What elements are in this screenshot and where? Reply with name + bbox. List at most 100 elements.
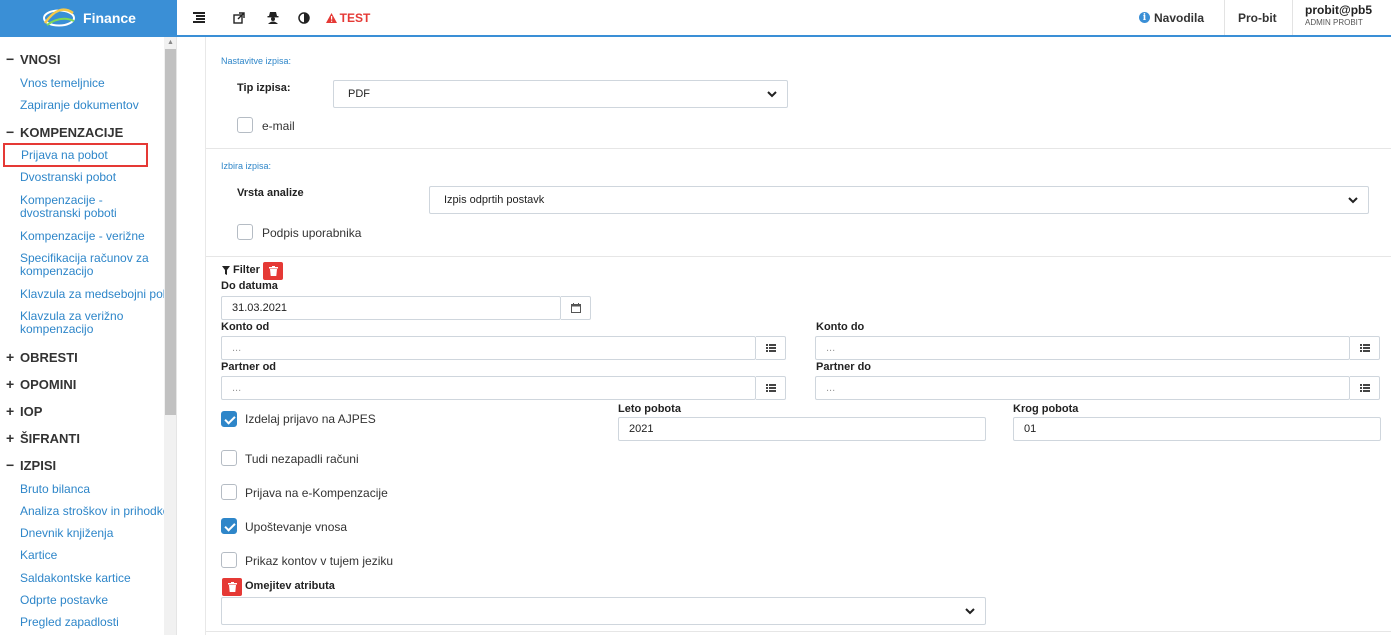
sidebar-item-analiza-stroskov[interactable]: Analiza stroškov in prihodkov	[20, 505, 166, 518]
user-name: probit@pb5	[1305, 3, 1373, 17]
sidebar-item-dvostranski-pobot[interactable]: Dvostranski pobot	[20, 171, 166, 184]
sidebar-item-vnos-temeljnice[interactable]: Vnos temeljnice	[20, 77, 166, 90]
tip-izpisa-label: Tip izpisa:	[237, 82, 291, 94]
company-link[interactable]: Pro-bit	[1238, 0, 1277, 35]
plus-icon: +	[6, 403, 15, 419]
info-icon: i	[1139, 12, 1150, 23]
podpis-label: Podpis uporabnika	[262, 226, 362, 240]
vrsta-analize-label: Vrsta analize	[237, 187, 304, 199]
section-divider	[206, 631, 1391, 632]
list-icon	[1359, 384, 1370, 392]
tip-izpisa-value: PDF	[348, 88, 370, 100]
top-bar: Finance TEST i Navodila Pro-bit probit@p…	[0, 0, 1391, 37]
sidebar-item-dnevnik-knjizenja[interactable]: Dnevnik knjiženja	[20, 527, 166, 540]
partner-od-list-button[interactable]	[756, 376, 786, 400]
krog-pobota-input[interactable]: 01	[1013, 417, 1381, 441]
konto-do-input[interactable]: ...	[815, 336, 1350, 360]
sidebar-section-obresti[interactable]: + OBRESTI	[6, 349, 78, 365]
atribut-select[interactable]	[221, 597, 986, 625]
list-icon	[1359, 344, 1370, 352]
user-secret-icon[interactable]	[262, 0, 284, 35]
upostevanje-label: Upoštevanje vnosa	[245, 520, 348, 534]
report-form: Nastavitve izpisa: Tip izpisa: PDF e-mai…	[205, 37, 1391, 635]
settings-section-title: Nastavitve izpisa:	[221, 56, 292, 66]
leto-pobota-input[interactable]: 2021	[618, 417, 986, 441]
user-role: ADMIN PROBIT	[1305, 18, 1363, 27]
sidebar-section-opomini[interactable]: + OPOMINI	[6, 376, 76, 392]
konto-od-label: Konto od	[221, 321, 270, 333]
partner-do-list-button[interactable]	[1350, 376, 1380, 400]
nezapadli-label: Tudi nezapadli računi	[245, 452, 359, 466]
sidebar-item-klavzula-verizno[interactable]: Klavzula za verižno kompenzacijo	[20, 310, 166, 336]
konto-od-input[interactable]: ...	[221, 336, 756, 360]
sidebar-item-kartice[interactable]: Kartice	[20, 549, 166, 562]
divider	[1292, 0, 1293, 35]
email-label: e-mail	[262, 119, 295, 133]
tuji-jezik-label: Prikaz kontov v tujem jeziku	[245, 554, 394, 568]
brand-name: Finance	[83, 9, 136, 26]
sidebar-item-klavzula-medsebojni[interactable]: Klavzula za medsebojni pobot	[20, 288, 166, 301]
sidebar-section-sifranti[interactable]: + ŠIFRANTI	[6, 430, 80, 446]
user-menu[interactable]: probit@pb5 ADMIN PROBIT	[1305, 4, 1372, 27]
konto-do-list-button[interactable]	[1350, 336, 1380, 360]
list-icon	[765, 384, 776, 392]
chevron-down-icon	[1348, 197, 1358, 204]
external-link-icon[interactable]	[228, 0, 250, 35]
upostevanje-checkbox[interactable]	[221, 518, 237, 534]
konto-od-list-button[interactable]	[756, 336, 786, 360]
calendar-button[interactable]	[561, 296, 591, 320]
ekompenzacije-checkbox[interactable]	[221, 484, 237, 500]
sidebar-section-kompenzacije[interactable]: − KOMPENZACIJE	[6, 124, 123, 140]
ajpes-checkbox[interactable]	[221, 411, 237, 427]
clear-atribut-button[interactable]	[222, 578, 242, 596]
test-environment-badge[interactable]: TEST	[322, 0, 374, 35]
plus-icon: +	[6, 376, 15, 392]
sidebar-item-zapiranje-dokumentov[interactable]: Zapiranje dokumentov	[20, 99, 166, 112]
menu-toggle-icon[interactable]	[186, 0, 212, 35]
test-label: TEST	[339, 10, 371, 25]
contrast-icon[interactable]	[293, 0, 315, 35]
ajpes-label: Izdelaj prijavo na AJPES	[245, 412, 376, 426]
trash-icon	[268, 266, 278, 276]
plus-icon: +	[6, 430, 15, 446]
help-label: Navodila	[1154, 10, 1205, 25]
filter-icon	[222, 265, 230, 275]
sidebar-section-iop[interactable]: + IOP	[6, 403, 42, 419]
choice-section-title: Izbira izpisa:	[221, 161, 272, 171]
ekompenzacije-label: Prijava na e-Kompenzacije	[245, 486, 388, 500]
help-link[interactable]: i Navodila	[1139, 0, 1204, 35]
vrsta-analize-value: Izpis odprtih postavk	[444, 194, 545, 206]
vrsta-analize-select[interactable]: Izpis odprtih postavk	[429, 186, 1369, 214]
clear-filter-button[interactable]	[263, 262, 283, 280]
krog-pobota-label: Krog pobota	[1013, 403, 1079, 415]
do-datuma-label: Do datuma	[221, 280, 278, 292]
nezapadli-checkbox[interactable]	[221, 450, 237, 466]
section-divider	[206, 256, 1391, 257]
do-datuma-input[interactable]: 31.03.2021	[221, 296, 561, 320]
filter-header: Filter	[222, 264, 260, 276]
scroll-up-icon[interactable]: ▲	[164, 37, 176, 49]
minus-icon: −	[6, 457, 15, 473]
sidebar-item-saldakontske-kartice[interactable]: Saldakontske kartice	[20, 572, 166, 585]
tuji-jezik-checkbox[interactable]	[221, 552, 237, 568]
partner-od-input[interactable]: ...	[221, 376, 756, 400]
sidebar-item-pregled-zapadlosti[interactable]: Pregled zapadlosti	[20, 616, 166, 629]
sidebar-item-kompenzacije-verizne[interactable]: Kompenzacije - verižne	[20, 230, 166, 243]
sidebar-item-specifikacija[interactable]: Specifikacija računov za kompenzacijo	[20, 252, 166, 278]
brand-logo[interactable]: Finance	[0, 0, 177, 35]
atribut-label: Omejitev atributa	[245, 580, 335, 592]
sidebar-section-izpisi[interactable]: − IZPISI	[6, 457, 56, 473]
konto-do-label: Konto do	[816, 321, 865, 333]
partner-do-input[interactable]: ...	[815, 376, 1350, 400]
sidebar-scroll-thumb[interactable]	[165, 49, 176, 415]
sidebar-item-bruto-bilanca[interactable]: Bruto bilanca	[20, 483, 166, 496]
sidebar-section-vnosi[interactable]: − VNOSI	[6, 51, 60, 67]
tip-izpisa-select[interactable]: PDF	[333, 80, 788, 108]
finance-logo-icon	[43, 7, 76, 26]
podpis-checkbox[interactable]	[237, 224, 253, 240]
sidebar-item-odprte-postavke[interactable]: Odprte postavke	[20, 594, 166, 607]
sidebar-item-kompenzacije-dvostranski[interactable]: Kompenzacije - dvostranski poboti	[20, 194, 166, 220]
email-checkbox[interactable]	[237, 117, 253, 133]
sidebar-item-prijava-na-pobot[interactable]: Prijava na pobot	[3, 143, 148, 167]
minus-icon: −	[6, 51, 15, 67]
